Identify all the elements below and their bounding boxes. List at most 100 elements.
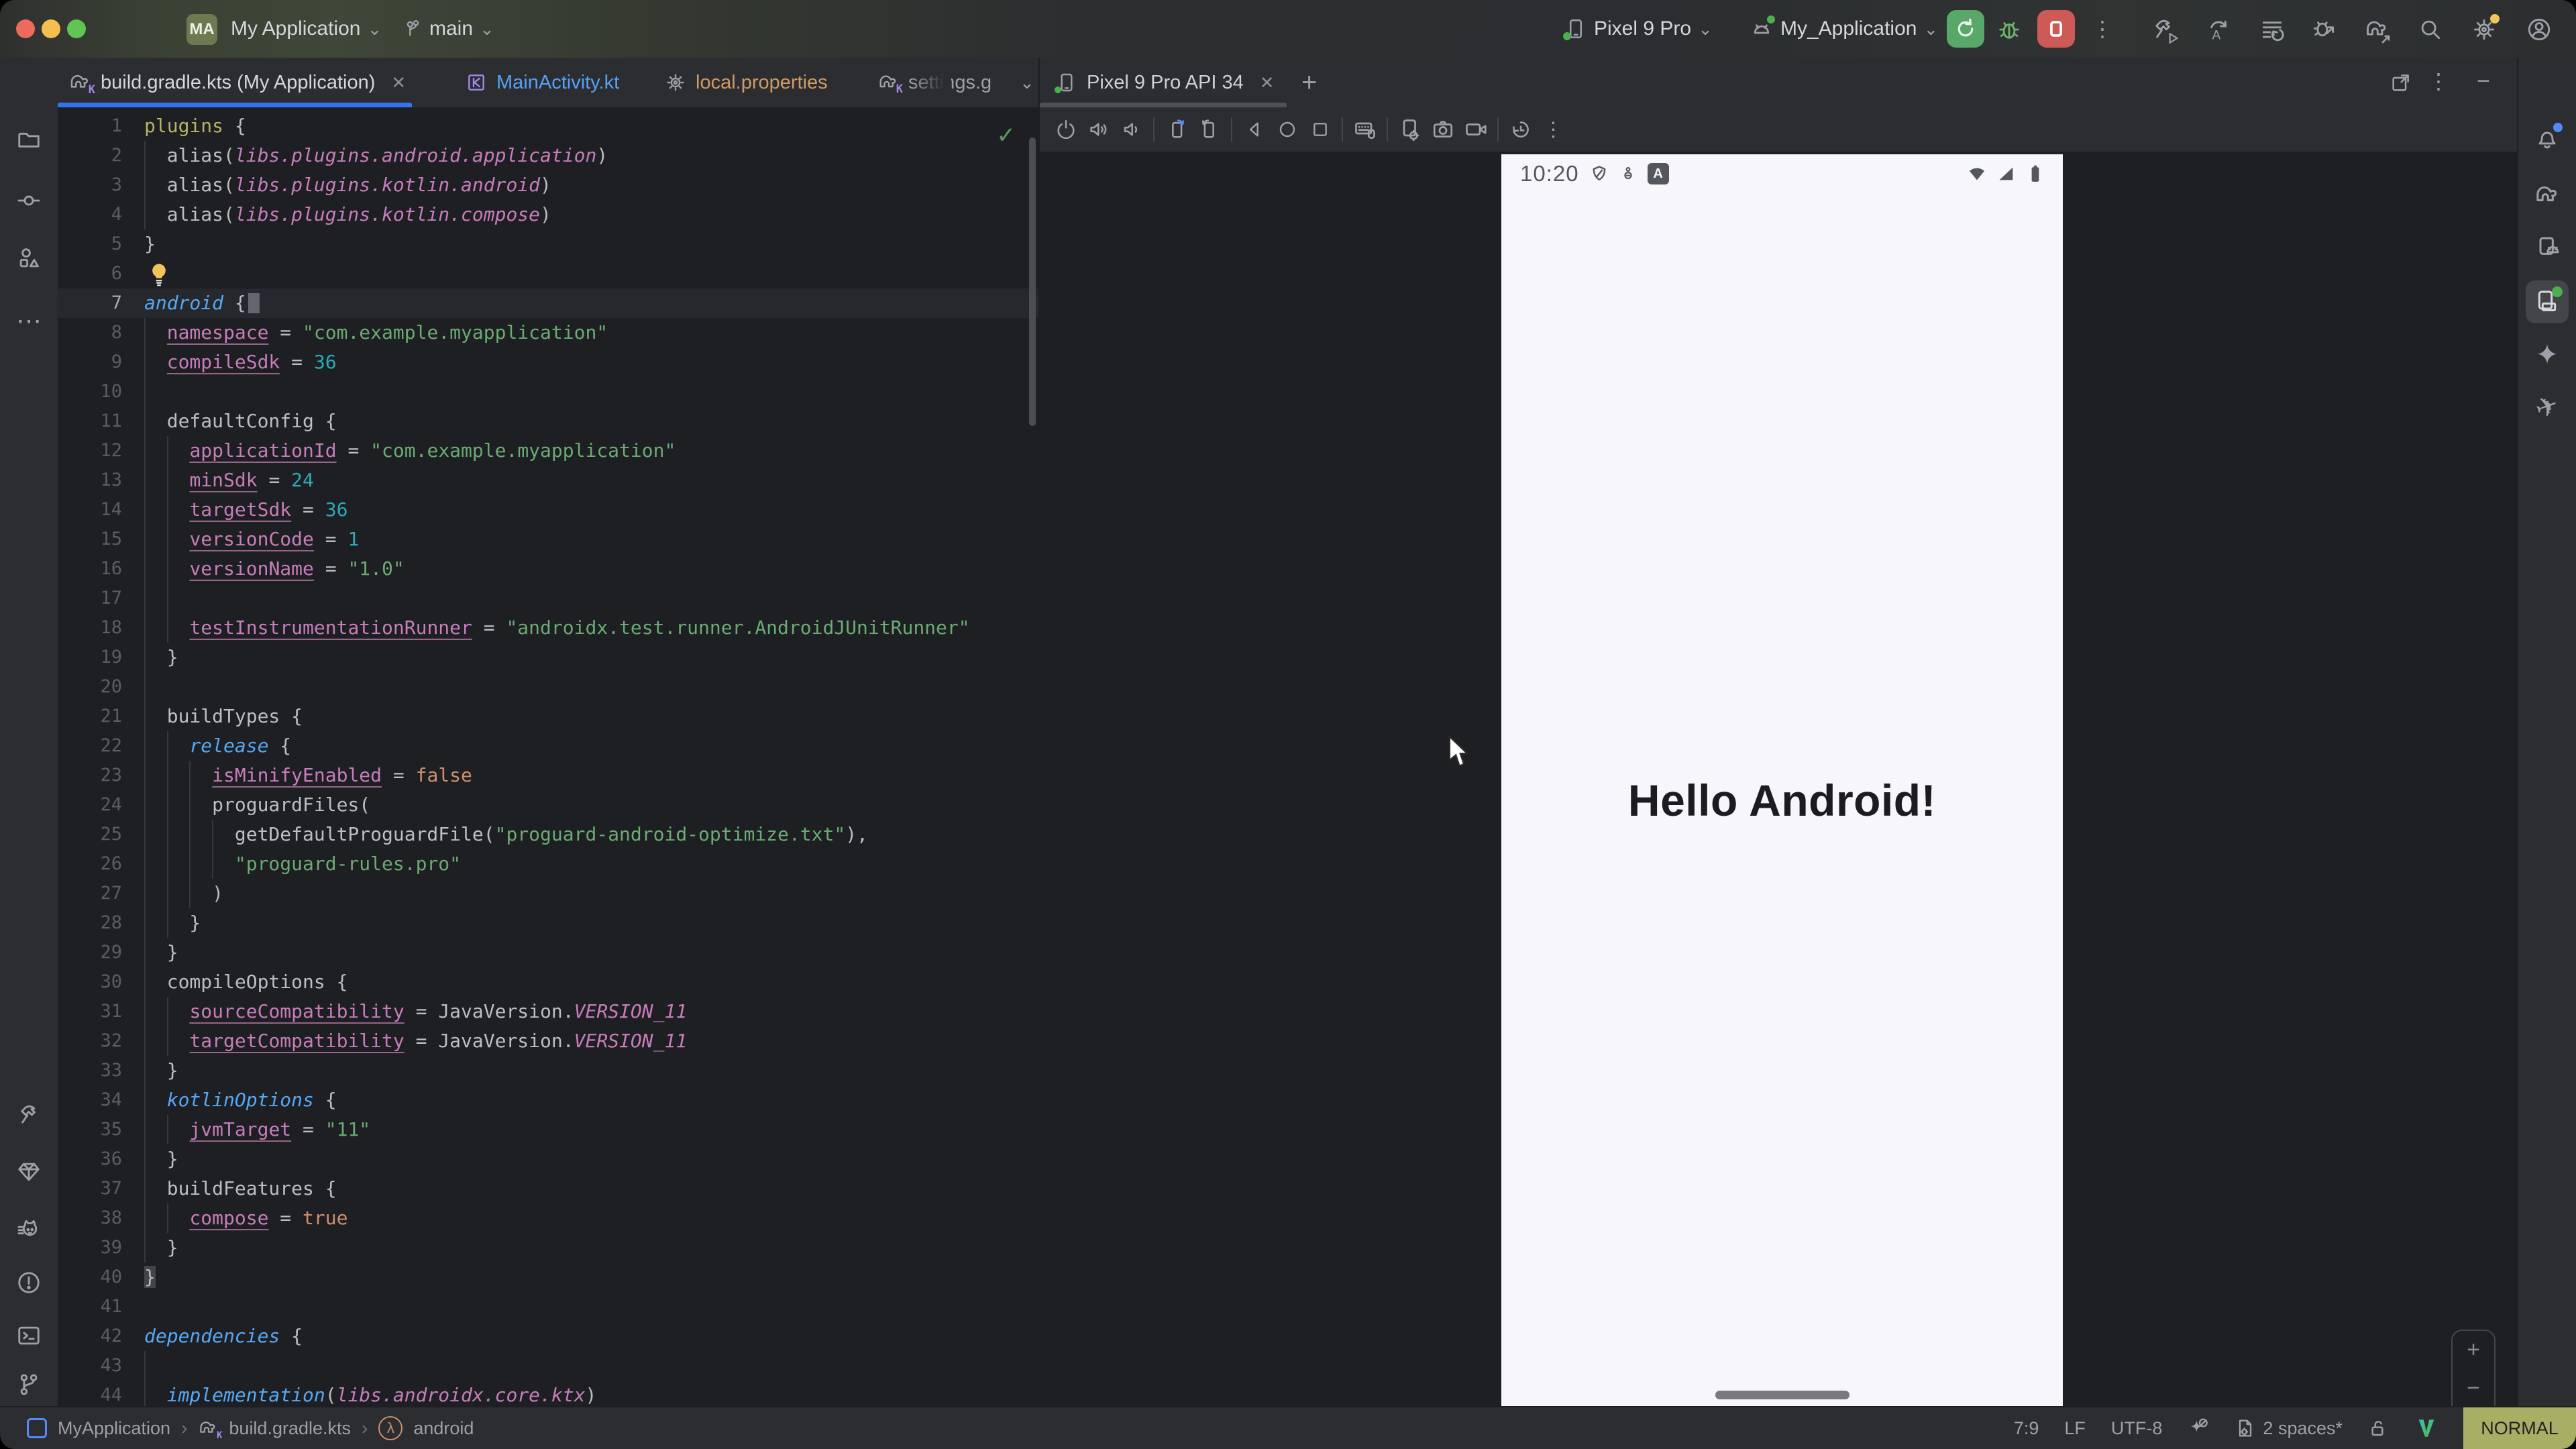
debug-button[interactable]	[1996, 17, 2022, 42]
hide-panel-button[interactable]: −	[2477, 68, 2490, 95]
code-line[interactable]: 29 }	[58, 938, 1038, 967]
running-devices-tool-button[interactable]	[2526, 280, 2569, 323]
snapshots-button[interactable]	[1504, 113, 1537, 146]
tab-mainactivity[interactable]: MainActivity.kt	[466, 58, 619, 107]
code-line[interactable]: 12 applicationId = "com.example.myapplic…	[58, 436, 1038, 466]
open-in-window-button[interactable]	[2390, 71, 2412, 94]
tab-build-gradle[interactable]: K build.gradle.kts (My Application) ✕	[58, 58, 412, 107]
code-line[interactable]: 3 alias(libs.plugins.kotlin.android)	[58, 170, 1038, 200]
problems-tool-button[interactable]	[7, 1261, 50, 1304]
rerun-button[interactable]	[1947, 10, 1984, 48]
power-button[interactable]	[1049, 113, 1082, 146]
version-control-tool-button[interactable]	[7, 1363, 50, 1406]
caret-position[interactable]: 7:9	[2014, 1418, 2039, 1439]
tab-local-properties[interactable]: local.properties	[665, 58, 828, 107]
screen-record-button[interactable]	[1459, 113, 1492, 146]
attach-debugger-button[interactable]	[2312, 17, 2337, 42]
code-editor[interactable]: 1plugins {2 alias(libs.plugins.android.a…	[58, 107, 1038, 1407]
app-quality-insights-button[interactable]: ✈	[2526, 386, 2569, 429]
stop-button[interactable]	[2037, 10, 2075, 48]
code-line[interactable]: 17	[58, 584, 1038, 613]
code-line[interactable]: 26 "proguard-rules.pro"	[58, 849, 1038, 879]
close-icon[interactable]: ✕	[391, 72, 406, 93]
breadcrumb-file[interactable]: build.gradle.kts	[229, 1418, 351, 1439]
code-line[interactable]: 27 )	[58, 879, 1038, 908]
device-tab[interactable]: Pixel 9 Pro API 34 ✕	[1040, 58, 1287, 107]
inspections-check-icon[interactable]: ✓	[997, 122, 1016, 149]
code-line[interactable]: 39 }	[58, 1233, 1038, 1263]
device-selector[interactable]: Pixel 9 Pro ⌄	[1564, 0, 1713, 58]
code-line[interactable]: 21 buildTypes {	[58, 702, 1038, 731]
line-ending[interactable]: LF	[2064, 1418, 2086, 1439]
back-button[interactable]	[1238, 113, 1271, 146]
code-line[interactable]: 7android {	[58, 288, 1038, 318]
code-line[interactable]: 33 }	[58, 1056, 1038, 1085]
resource-manager-tool-button[interactable]	[7, 237, 50, 280]
code-line[interactable]: 6	[58, 259, 1038, 288]
gemini-tool-button[interactable]: ✦	[2526, 333, 2569, 376]
new-device-tab-button[interactable]: +	[1301, 58, 1317, 107]
indent-config[interactable]: 2 spaces*	[2235, 1417, 2343, 1439]
code-line[interactable]: 13 minSdk = 24	[58, 466, 1038, 495]
editor-scrollbar[interactable]	[1029, 138, 1036, 426]
rotate-right-button[interactable]	[1193, 113, 1226, 146]
code-line[interactable]: 34 kotlinOptions {	[58, 1085, 1038, 1115]
hidden-tabs-dropdown[interactable]: ⌄	[950, 58, 1034, 107]
panel-options-menu[interactable]: ⋮	[2428, 68, 2449, 94]
device-manager-tool-button[interactable]	[2526, 227, 2569, 270]
code-line[interactable]: 30 compileOptions {	[58, 967, 1038, 997]
window-close-button[interactable]	[16, 19, 35, 38]
zoom-out-button[interactable]: −	[2467, 1377, 2480, 1399]
run-more-menu[interactable]: ⋮	[2092, 0, 2113, 58]
overview-button[interactable]	[1303, 113, 1336, 146]
terminal-tool-button[interactable]	[7, 1314, 50, 1357]
code-line[interactable]: 28 }	[58, 908, 1038, 938]
profile-button[interactable]	[2526, 17, 2552, 42]
code-line[interactable]: 32 targetCompatibility = JavaVersion.VER…	[58, 1026, 1038, 1056]
emulator-options-menu[interactable]: ⋮	[1537, 113, 1570, 146]
volume-up-button[interactable]	[1082, 113, 1115, 146]
code-line[interactable]: 1plugins {	[58, 111, 1038, 141]
code-line[interactable]: 8 namespace = "com.example.myapplication…	[58, 318, 1038, 347]
code-line[interactable]: 43	[58, 1351, 1038, 1381]
hardware-input-button[interactable]	[1348, 113, 1381, 146]
code-line[interactable]: 15 versionCode = 1	[58, 525, 1038, 554]
build-button[interactable]	[2151, 17, 2176, 42]
code-line[interactable]: 20	[58, 672, 1038, 702]
gesture-navigation-handle[interactable]	[1715, 1391, 1849, 1399]
code-line[interactable]: 36 }	[58, 1144, 1038, 1174]
run-configuration-selector[interactable]: My_Application ⌄	[1750, 0, 1938, 58]
code-line[interactable]: 37 buildFeatures {	[58, 1174, 1038, 1203]
code-line[interactable]: 31 sourceCompatibility = JavaVersion.VER…	[58, 997, 1038, 1026]
settings-button[interactable]	[2471, 17, 2497, 42]
code-line[interactable]: 2 alias(libs.plugins.android.application…	[58, 141, 1038, 170]
file-encoding[interactable]: UTF-8	[2111, 1418, 2163, 1439]
device-screen[interactable]: 10:20 A Hello Android!	[1501, 154, 2063, 1407]
code-line[interactable]: 35 jvmTarget = "11"	[58, 1115, 1038, 1144]
project-tool-button[interactable]	[7, 118, 50, 161]
code-line[interactable]: 25 getDefaultProguardFile("proguard-andr…	[58, 820, 1038, 849]
code-line[interactable]: 5}	[58, 229, 1038, 259]
ai-assistant-disabled-icon[interactable]	[2188, 1417, 2209, 1439]
search-everywhere-button[interactable]	[2418, 17, 2443, 42]
apply-changes-button[interactable]: A	[2206, 17, 2231, 42]
profiler-tool-button[interactable]	[7, 1208, 50, 1251]
device-settings-button[interactable]	[1393, 113, 1426, 146]
code-line[interactable]: 16 versionName = "1.0"	[58, 554, 1038, 584]
branch-selector[interactable]: main ⌄	[401, 0, 494, 58]
code-line[interactable]: 9 compileSdk = 36	[58, 347, 1038, 377]
window-zoom-button[interactable]	[67, 19, 86, 38]
home-button[interactable]	[1271, 113, 1303, 146]
project-selector[interactable]: My Application ⌄	[231, 0, 382, 58]
vim-mode-badge[interactable]: NORMAL	[2463, 1407, 2576, 1449]
code-line[interactable]: 41	[58, 1292, 1038, 1322]
ideavim-icon[interactable]	[2415, 1417, 2438, 1440]
screenshot-button[interactable]	[1426, 113, 1459, 146]
code-line[interactable]: 42dependencies {	[58, 1322, 1038, 1351]
code-line[interactable]: 11 defaultConfig {	[58, 407, 1038, 436]
code-line[interactable]: 44 implementation(libs.androidx.core.ktx…	[58, 1381, 1038, 1407]
code-line[interactable]: 4 alias(libs.plugins.kotlin.compose)	[58, 200, 1038, 229]
code-line[interactable]: 23 isMinifyEnabled = false	[58, 761, 1038, 790]
breadcrumb-block[interactable]: android	[413, 1418, 474, 1439]
volume-down-button[interactable]	[1115, 113, 1148, 146]
